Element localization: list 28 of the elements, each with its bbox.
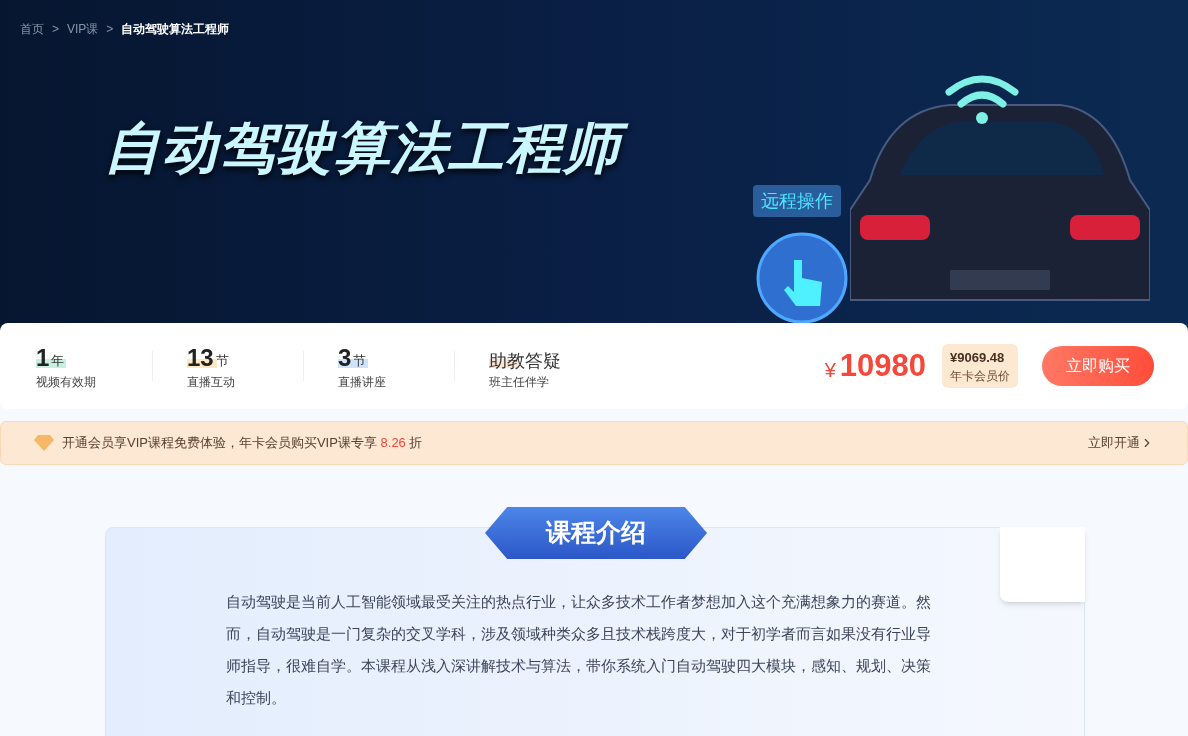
vip-promo-text: 开通会员享VIP课程免费体验，年卡会员购买VIP课专享 8.26 折: [62, 434, 423, 453]
stat-label: 直播讲座: [338, 374, 387, 390]
member-price: ¥9069.48: [950, 349, 1006, 368]
breadcrumb-link[interactable]: VIP课: [67, 21, 99, 37]
banner-title: 自动驾驶算法工程师: [104, 112, 637, 192]
touch-hand-icon: [756, 232, 848, 324]
stat-label: 班主任伴学: [489, 374, 550, 390]
member-price-label: 年卡会员价: [950, 367, 1010, 384]
stat-value: 1: [36, 346, 50, 370]
diamond-icon: [34, 435, 54, 451]
currency-symbol: ¥: [824, 358, 836, 383]
breadcrumb-link[interactable]: 首页: [20, 21, 44, 37]
price: 10980: [839, 346, 926, 385]
stat-value: 13: [187, 346, 214, 370]
remote-operation-tag: 远程操作: [753, 185, 841, 217]
stat-unit: 节: [353, 351, 367, 370]
stat-value: 助教答疑: [489, 352, 561, 370]
activate-link[interactable]: 立即开通: [1088, 433, 1154, 453]
breadcrumb-link[interactable]: 自动驾驶算法工程师: [121, 21, 230, 37]
stat-unit: 节: [215, 351, 229, 370]
breadcrumb-separator: >: [106, 21, 114, 37]
breadcrumb-separator: >: [52, 21, 59, 37]
stat-label: 视频有效期: [36, 374, 97, 390]
section-heading: 课程介绍: [485, 507, 707, 559]
stat-value: 3: [338, 346, 352, 370]
intro-text: 自动驾驶是当前人工智能领域最受关注的热点行业，让众多技术工作者梦想加入这个充满想象力的赛道。然而，自动驾驶是一门复杂的交叉学科，涉及领域种类众多且技术栈跨度大，对于初学者而言如果没有行业导师指导，很难自学。本课程从浅入深讲解技术与算法，带你系统入门自动驾驶四大模块，感知、规划、决策和控制。: [226, 592, 932, 708]
stat-unit: 年: [51, 351, 65, 370]
stat-label: 直播互动: [187, 374, 236, 390]
